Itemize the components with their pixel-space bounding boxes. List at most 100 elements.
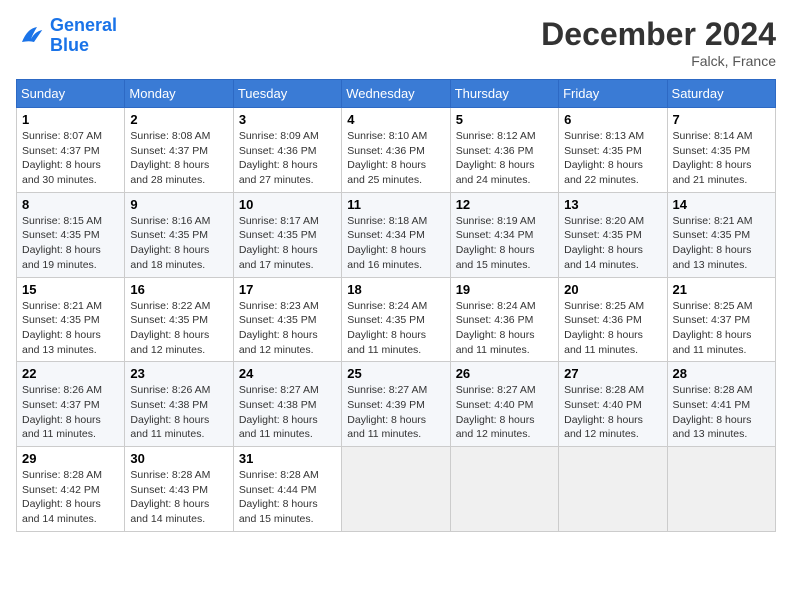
header-wednesday: Wednesday — [342, 80, 450, 108]
day-number: 14 — [673, 197, 770, 212]
month-title: December 2024 — [541, 16, 776, 53]
table-row: 19 Sunrise: 8:24 AMSunset: 4:36 PMDaylig… — [450, 277, 558, 362]
cell-info: Sunrise: 8:24 AMSunset: 4:35 PMDaylight:… — [347, 300, 427, 356]
table-row: 25 Sunrise: 8:27 AMSunset: 4:39 PMDaylig… — [342, 362, 450, 447]
calendar-row: 8 Sunrise: 8:15 AMSunset: 4:35 PMDayligh… — [17, 192, 776, 277]
table-row: 3 Sunrise: 8:09 AMSunset: 4:36 PMDayligh… — [233, 108, 341, 193]
day-number: 28 — [673, 366, 770, 381]
day-number: 20 — [564, 282, 661, 297]
table-row: 29 Sunrise: 8:28 AMSunset: 4:42 PMDaylig… — [17, 447, 125, 532]
cell-info: Sunrise: 8:09 AMSunset: 4:36 PMDaylight:… — [239, 130, 319, 186]
header-saturday: Saturday — [667, 80, 775, 108]
day-number: 1 — [22, 112, 119, 127]
day-number: 18 — [347, 282, 444, 297]
day-number: 26 — [456, 366, 553, 381]
day-number: 21 — [673, 282, 770, 297]
day-number: 8 — [22, 197, 119, 212]
cell-info: Sunrise: 8:20 AMSunset: 4:35 PMDaylight:… — [564, 215, 644, 271]
cell-info: Sunrise: 8:26 AMSunset: 4:38 PMDaylight:… — [130, 384, 210, 440]
table-row: 10 Sunrise: 8:17 AMSunset: 4:35 PMDaylig… — [233, 192, 341, 277]
day-number: 23 — [130, 366, 227, 381]
table-row — [450, 447, 558, 532]
table-row: 11 Sunrise: 8:18 AMSunset: 4:34 PMDaylig… — [342, 192, 450, 277]
cell-info: Sunrise: 8:14 AMSunset: 4:35 PMDaylight:… — [673, 130, 753, 186]
cell-info: Sunrise: 8:17 AMSunset: 4:35 PMDaylight:… — [239, 215, 319, 271]
table-row: 27 Sunrise: 8:28 AMSunset: 4:40 PMDaylig… — [559, 362, 667, 447]
day-number: 15 — [22, 282, 119, 297]
table-row: 28 Sunrise: 8:28 AMSunset: 4:41 PMDaylig… — [667, 362, 775, 447]
day-number: 2 — [130, 112, 227, 127]
day-number: 22 — [22, 366, 119, 381]
cell-info: Sunrise: 8:28 AMSunset: 4:43 PMDaylight:… — [130, 469, 210, 525]
day-number: 10 — [239, 197, 336, 212]
cell-info: Sunrise: 8:27 AMSunset: 4:40 PMDaylight:… — [456, 384, 536, 440]
table-row: 1 Sunrise: 8:07 AMSunset: 4:37 PMDayligh… — [17, 108, 125, 193]
day-number: 27 — [564, 366, 661, 381]
day-number: 11 — [347, 197, 444, 212]
table-row: 9 Sunrise: 8:16 AMSunset: 4:35 PMDayligh… — [125, 192, 233, 277]
day-number: 25 — [347, 366, 444, 381]
day-number: 5 — [456, 112, 553, 127]
table-row: 31 Sunrise: 8:28 AMSunset: 4:44 PMDaylig… — [233, 447, 341, 532]
table-row: 16 Sunrise: 8:22 AMSunset: 4:35 PMDaylig… — [125, 277, 233, 362]
table-row: 17 Sunrise: 8:23 AMSunset: 4:35 PMDaylig… — [233, 277, 341, 362]
cell-info: Sunrise: 8:28 AMSunset: 4:44 PMDaylight:… — [239, 469, 319, 525]
cell-info: Sunrise: 8:26 AMSunset: 4:37 PMDaylight:… — [22, 384, 102, 440]
table-row: 14 Sunrise: 8:21 AMSunset: 4:35 PMDaylig… — [667, 192, 775, 277]
header-tuesday: Tuesday — [233, 80, 341, 108]
day-number: 6 — [564, 112, 661, 127]
calendar-table: Sunday Monday Tuesday Wednesday Thursday… — [16, 79, 776, 532]
table-row: 4 Sunrise: 8:10 AMSunset: 4:36 PMDayligh… — [342, 108, 450, 193]
day-number: 12 — [456, 197, 553, 212]
calendar-header-row: Sunday Monday Tuesday Wednesday Thursday… — [17, 80, 776, 108]
day-number: 16 — [130, 282, 227, 297]
day-number: 31 — [239, 451, 336, 466]
table-row: 5 Sunrise: 8:12 AMSunset: 4:36 PMDayligh… — [450, 108, 558, 193]
table-row: 24 Sunrise: 8:27 AMSunset: 4:38 PMDaylig… — [233, 362, 341, 447]
cell-info: Sunrise: 8:15 AMSunset: 4:35 PMDaylight:… — [22, 215, 102, 271]
table-row — [667, 447, 775, 532]
day-number: 4 — [347, 112, 444, 127]
table-row: 2 Sunrise: 8:08 AMSunset: 4:37 PMDayligh… — [125, 108, 233, 193]
logo-text: General Blue — [50, 16, 117, 56]
cell-info: Sunrise: 8:25 AMSunset: 4:36 PMDaylight:… — [564, 300, 644, 356]
cell-info: Sunrise: 8:16 AMSunset: 4:35 PMDaylight:… — [130, 215, 210, 271]
cell-info: Sunrise: 8:10 AMSunset: 4:36 PMDaylight:… — [347, 130, 427, 186]
table-row: 7 Sunrise: 8:14 AMSunset: 4:35 PMDayligh… — [667, 108, 775, 193]
day-number: 30 — [130, 451, 227, 466]
day-number: 29 — [22, 451, 119, 466]
logo: General Blue — [16, 16, 117, 56]
day-number: 3 — [239, 112, 336, 127]
table-row: 23 Sunrise: 8:26 AMSunset: 4:38 PMDaylig… — [125, 362, 233, 447]
calendar-row: 29 Sunrise: 8:28 AMSunset: 4:42 PMDaylig… — [17, 447, 776, 532]
cell-info: Sunrise: 8:28 AMSunset: 4:40 PMDaylight:… — [564, 384, 644, 440]
cell-info: Sunrise: 8:24 AMSunset: 4:36 PMDaylight:… — [456, 300, 536, 356]
cell-info: Sunrise: 8:22 AMSunset: 4:35 PMDaylight:… — [130, 300, 210, 356]
table-row: 26 Sunrise: 8:27 AMSunset: 4:40 PMDaylig… — [450, 362, 558, 447]
logo-bird-icon — [16, 21, 46, 51]
header-thursday: Thursday — [450, 80, 558, 108]
day-number: 17 — [239, 282, 336, 297]
table-row: 12 Sunrise: 8:19 AMSunset: 4:34 PMDaylig… — [450, 192, 558, 277]
table-row: 21 Sunrise: 8:25 AMSunset: 4:37 PMDaylig… — [667, 277, 775, 362]
cell-info: Sunrise: 8:21 AMSunset: 4:35 PMDaylight:… — [22, 300, 102, 356]
header-sunday: Sunday — [17, 80, 125, 108]
cell-info: Sunrise: 8:19 AMSunset: 4:34 PMDaylight:… — [456, 215, 536, 271]
cell-info: Sunrise: 8:12 AMSunset: 4:36 PMDaylight:… — [456, 130, 536, 186]
table-row: 6 Sunrise: 8:13 AMSunset: 4:35 PMDayligh… — [559, 108, 667, 193]
title-block: December 2024 Falck, France — [541, 16, 776, 69]
day-number: 7 — [673, 112, 770, 127]
day-number: 19 — [456, 282, 553, 297]
calendar-row: 15 Sunrise: 8:21 AMSunset: 4:35 PMDaylig… — [17, 277, 776, 362]
page-header: General Blue December 2024 Falck, France — [16, 16, 776, 69]
cell-info: Sunrise: 8:25 AMSunset: 4:37 PMDaylight:… — [673, 300, 753, 356]
day-number: 9 — [130, 197, 227, 212]
day-number: 24 — [239, 366, 336, 381]
cell-info: Sunrise: 8:23 AMSunset: 4:35 PMDaylight:… — [239, 300, 319, 356]
cell-info: Sunrise: 8:18 AMSunset: 4:34 PMDaylight:… — [347, 215, 427, 271]
cell-info: Sunrise: 8:27 AMSunset: 4:39 PMDaylight:… — [347, 384, 427, 440]
day-number: 13 — [564, 197, 661, 212]
cell-info: Sunrise: 8:28 AMSunset: 4:41 PMDaylight:… — [673, 384, 753, 440]
table-row: 22 Sunrise: 8:26 AMSunset: 4:37 PMDaylig… — [17, 362, 125, 447]
table-row: 8 Sunrise: 8:15 AMSunset: 4:35 PMDayligh… — [17, 192, 125, 277]
